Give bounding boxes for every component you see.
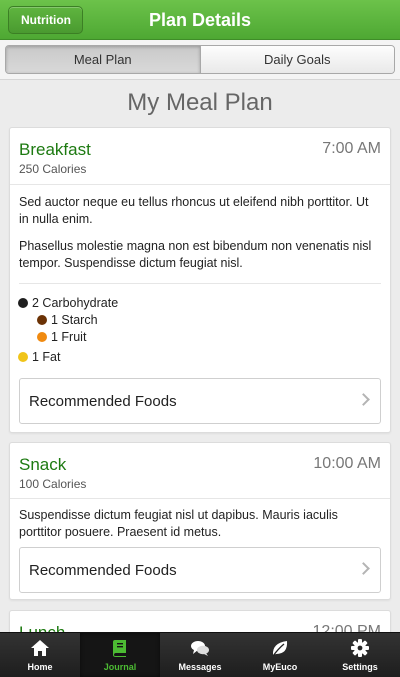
exchange-label: 1 Fruit: [51, 330, 87, 344]
tab-label: Settings: [342, 662, 378, 672]
recommended-foods-label: Recommended Foods: [29, 393, 177, 410]
leaf-icon: [272, 641, 288, 657]
carbohydrate-dot-icon: [18, 298, 28, 308]
exchange-label: 1 Fat: [32, 350, 61, 364]
segment-bar: Meal Plan Daily Goals: [0, 40, 400, 80]
page-title: My Meal Plan: [127, 89, 273, 116]
fruit-dot-icon: [37, 332, 47, 342]
meal-name: Snack: [19, 455, 67, 474]
tab-label: Messages: [178, 662, 222, 672]
fat-dot-icon: [18, 352, 28, 362]
tab-label: Journal: [103, 662, 137, 672]
meal-card-breakfast: Breakfast 7:00 AM 250 Calories Sed aucto…: [9, 127, 391, 433]
tab-label: Home: [27, 662, 53, 672]
chevron-right-icon: [357, 393, 370, 406]
divider: [10, 184, 390, 185]
recommended-foods-label: Recommended Foods: [29, 562, 177, 579]
home-icon: [31, 640, 49, 656]
tab-messages[interactable]: Messages: [160, 633, 240, 677]
meal-time: 10:00 AM: [313, 455, 381, 472]
recommended-foods-button[interactable]: Recommended Foods: [19, 547, 381, 593]
tab-meal-plan[interactable]: Meal Plan: [6, 46, 200, 73]
tab-journal[interactable]: Journal: [80, 633, 160, 677]
starch-dot-icon: [37, 315, 47, 325]
meal-time: 7:00 AM: [322, 140, 381, 157]
tab-myeuco[interactable]: MyEuco: [240, 633, 320, 677]
gear-icon: [351, 639, 369, 657]
segmented-control: Meal Plan Daily Goals: [5, 45, 395, 74]
bottom-tab-bar: Home Journal Messages MyEuco Settings: [0, 632, 400, 677]
meal-name: Breakfast: [19, 140, 91, 159]
chevron-right-icon: [357, 562, 370, 575]
tab-label: MyEuco: [262, 662, 298, 672]
messages-icon: [191, 641, 209, 656]
journal-icon: [113, 640, 126, 657]
exchange-label: 2 Carbohydrate: [32, 296, 119, 310]
meal-description: Suspendisse dictum feugiat nisl ut dapib…: [19, 508, 338, 539]
exchange-item: 1 Starch: [37, 313, 98, 327]
exchange-item: 2 Carbohydrate: [18, 296, 118, 310]
tab-settings[interactable]: Settings: [320, 633, 400, 677]
meal-description: Sed auctor neque eu tellus rhoncus ut el…: [19, 195, 369, 226]
exchange-label: 1 Starch: [51, 313, 98, 327]
exchange-item: 1 Fruit: [37, 330, 86, 344]
divider: [10, 498, 390, 499]
meal-calories: 100 Calories: [19, 477, 87, 491]
tab-home[interactable]: Home: [0, 633, 80, 677]
back-button[interactable]: Nutrition: [8, 6, 83, 34]
header-bar: Nutrition Plan Details: [0, 0, 400, 40]
divider: [19, 283, 381, 284]
exchange-item: 1 Fat: [18, 350, 61, 364]
meal-description: Phasellus molestie magna non est bibendu…: [19, 239, 372, 270]
recommended-foods-button[interactable]: Recommended Foods: [19, 378, 381, 424]
back-button-label: Nutrition: [21, 13, 71, 27]
tab-daily-goals[interactable]: Daily Goals: [199, 46, 394, 73]
meal-calories: 250 Calories: [19, 162, 87, 176]
meal-card-snack: Snack 10:00 AM 100 Calories Suspendisse …: [9, 442, 391, 600]
